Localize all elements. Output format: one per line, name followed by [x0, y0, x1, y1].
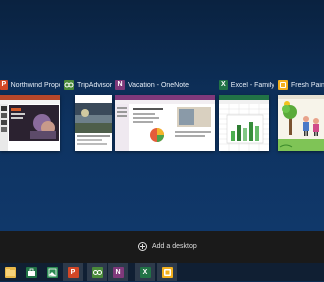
taskbar-fresh-paint[interactable]	[157, 263, 177, 281]
window-thumbnail[interactable]	[219, 95, 269, 151]
powerpoint-icon: P	[0, 80, 8, 90]
tripadvisor-preview	[75, 95, 112, 151]
tripadvisor-icon	[91, 266, 103, 278]
window-fresh-paint[interactable]: Fresh Paint	[278, 78, 324, 151]
add-desktop-button[interactable]: Add a desktop	[138, 242, 197, 251]
window-thumbnail[interactable]	[115, 95, 215, 151]
task-view: P Northwind Proposa...	[0, 0, 324, 231]
powerpoint-icon: P	[67, 266, 79, 278]
window-header: X Excel - Family...	[219, 78, 274, 92]
fresh-paint-icon	[161, 266, 173, 278]
onenote-icon: N	[115, 80, 125, 90]
taskbar-file-explorer[interactable]	[0, 263, 20, 281]
powerpoint-preview	[0, 95, 60, 151]
window-thumbnail[interactable]	[278, 95, 324, 151]
excel-icon: X	[219, 80, 228, 90]
window-vacation-onenote[interactable]: N Vacation - OneNote	[115, 78, 215, 151]
window-excel-family[interactable]: X Excel - Family...	[219, 78, 274, 151]
window-title: Northwind Proposa...	[10, 81, 60, 89]
photos-icon	[46, 266, 58, 278]
plus-icon	[138, 242, 147, 251]
window-title: TripAdvisor...	[77, 81, 112, 89]
add-desktop-bar: Add a desktop	[0, 231, 324, 263]
taskbar-powerpoint[interactable]: P	[63, 263, 83, 281]
taskbar-photos[interactable]	[42, 263, 62, 281]
onenote-preview	[115, 95, 215, 151]
taskbar-onenote[interactable]: N	[108, 263, 128, 281]
tripadvisor-icon	[64, 80, 74, 90]
excel-preview	[219, 95, 269, 151]
window-title: Fresh Paint	[291, 81, 324, 89]
fresh-paint-icon	[278, 80, 288, 90]
window-title: Vacation - OneNote	[128, 81, 189, 89]
taskbar-tripadvisor[interactable]	[87, 263, 107, 281]
window-thumbnail[interactable]	[75, 95, 112, 151]
window-header: N Vacation - OneNote	[115, 78, 215, 92]
file-explorer-icon	[4, 266, 16, 278]
window-header: P Northwind Proposa...	[0, 78, 60, 92]
taskbar: P N X	[0, 263, 324, 281]
window-northwind-proposal[interactable]: P Northwind Proposa...	[0, 78, 60, 151]
onenote-icon: N	[112, 266, 124, 278]
window-header: TripAdvisor...	[64, 78, 112, 92]
fresh-paint-preview	[278, 95, 324, 151]
store-icon	[25, 266, 37, 278]
window-title: Excel - Family...	[230, 81, 274, 89]
window-thumbnail[interactable]	[0, 95, 60, 151]
window-header: Fresh Paint	[278, 78, 324, 92]
taskbar-excel[interactable]: X	[135, 263, 155, 281]
excel-icon: X	[139, 266, 151, 278]
window-tripadvisor[interactable]: TripAdvisor...	[64, 78, 112, 151]
add-desktop-label: Add a desktop	[152, 243, 197, 250]
taskbar-store[interactable]	[21, 263, 41, 281]
